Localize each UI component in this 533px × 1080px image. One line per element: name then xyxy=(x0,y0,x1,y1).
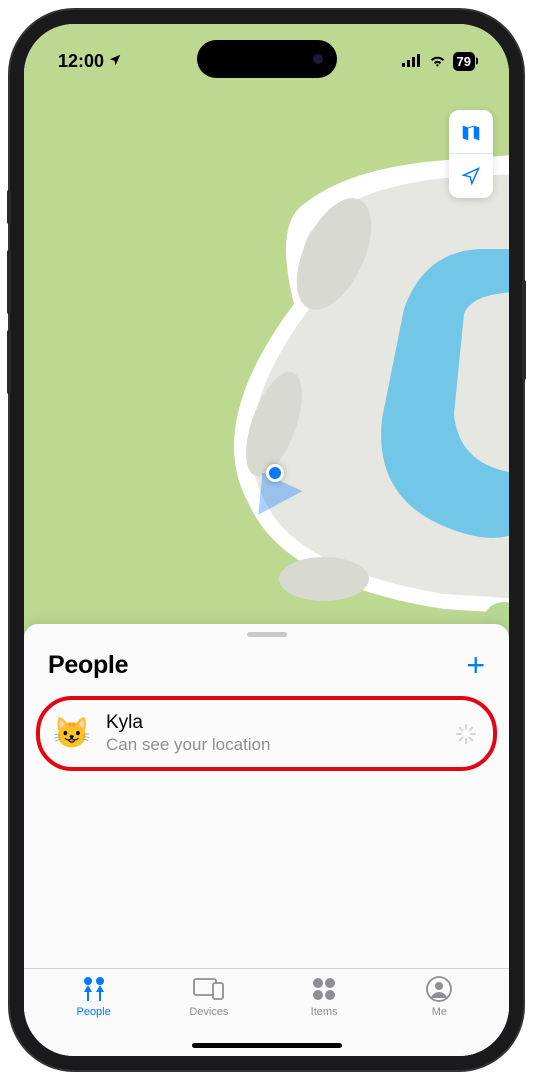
person-row-kyla[interactable]: 😺 Kyla Can see your location xyxy=(36,696,497,771)
map-terrain xyxy=(24,24,509,644)
items-icon xyxy=(312,975,336,1003)
locate-me-button[interactable] xyxy=(449,154,493,198)
person-avatar: 😺 xyxy=(54,716,90,752)
map-view[interactable] xyxy=(24,24,509,644)
person-name: Kyla xyxy=(106,712,455,734)
add-person-button[interactable]: + xyxy=(466,647,485,684)
person-status: Can see your location xyxy=(106,735,455,755)
tab-me[interactable]: Me xyxy=(382,975,497,1056)
tab-label: Devices xyxy=(189,1006,228,1018)
power-button xyxy=(522,280,526,380)
current-location-dot xyxy=(266,464,284,482)
tab-label: Me xyxy=(432,1006,447,1018)
loading-spinner-icon xyxy=(455,724,475,744)
cellular-icon xyxy=(402,51,422,72)
map-mode-button[interactable] xyxy=(449,110,493,154)
sheet-title: People xyxy=(48,651,128,680)
volume-up xyxy=(7,250,11,314)
status-time: 12:00 xyxy=(58,51,104,72)
mute-switch xyxy=(7,190,11,224)
tab-label: Items xyxy=(311,1006,338,1018)
battery-indicator: 79 xyxy=(453,52,475,71)
dynamic-island xyxy=(197,40,337,78)
volume-down xyxy=(7,330,11,394)
phone-frame: 12:00 79 xyxy=(10,10,523,1070)
wifi-icon xyxy=(428,51,447,72)
people-icon xyxy=(77,975,111,1003)
devices-icon xyxy=(193,975,225,1003)
screen: 12:00 79 xyxy=(24,24,509,1056)
map-controls xyxy=(449,110,493,198)
location-services-icon xyxy=(108,53,122,70)
tab-label: People xyxy=(76,1006,110,1018)
home-indicator[interactable] xyxy=(192,1043,342,1048)
me-icon xyxy=(426,975,452,1003)
tab-people[interactable]: People xyxy=(36,975,151,1056)
